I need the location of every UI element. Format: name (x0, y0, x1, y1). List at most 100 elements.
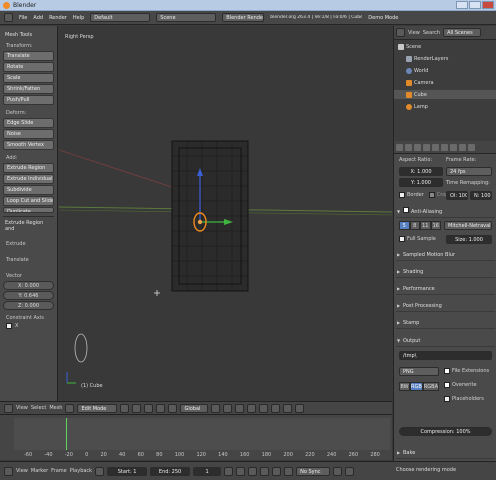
timeline-view-menu[interactable]: View (16, 468, 28, 474)
push-pull-button[interactable]: Push/Pull (3, 95, 54, 105)
texture-tab-icon[interactable] (468, 143, 475, 151)
aa-filter-selector[interactable]: Mitchell-Netravali (444, 221, 492, 230)
mesh-tools-title[interactable]: Mesh Tools (5, 32, 54, 38)
antialiasing-checkbox[interactable] (403, 207, 409, 213)
shading-panel[interactable]: Shading (396, 266, 495, 278)
marker-menu[interactable]: Marker (31, 468, 48, 474)
outliner-search-menu[interactable]: Search (423, 30, 440, 36)
aa-sample-option[interactable]: 16 (430, 221, 441, 230)
pivot-icon[interactable] (132, 403, 142, 413)
fps-selector[interactable]: 24 fps (446, 167, 492, 176)
extrude-individual-button[interactable]: Extrude Individual (3, 174, 54, 184)
3d-viewport[interactable]: Right Persp (1) Cube (59, 26, 392, 400)
outliner-filter[interactable]: All Scenes (443, 28, 482, 37)
modifiers-tab-icon[interactable] (441, 143, 448, 151)
outliner-view-menu[interactable]: View (408, 30, 420, 36)
full-sample-checkbox[interactable] (399, 236, 405, 242)
overwrite-checkbox[interactable] (444, 382, 450, 388)
vertex-select-icon[interactable] (211, 403, 221, 413)
view-menu[interactable]: View (16, 405, 28, 411)
menu-help[interactable]: Help (73, 15, 84, 21)
overwrite-option[interactable]: Overwrite (444, 382, 477, 388)
bake-panel[interactable]: Bake (396, 447, 495, 459)
demo-mode-label[interactable]: Demo Mode (368, 15, 398, 21)
vector-y-field[interactable]: Y: 0.646 (3, 291, 54, 300)
data-tab-icon[interactable] (450, 143, 457, 151)
aa-sample-option[interactable]: 8 (409, 221, 420, 230)
minimize-button[interactable] (456, 1, 468, 9)
output-panel[interactable]: Output (396, 335, 495, 347)
stamp-panel[interactable]: Stamp (396, 317, 495, 329)
keying-icon[interactable] (333, 466, 343, 476)
rotate-manipulator-icon[interactable] (168, 403, 178, 413)
vector-x-field[interactable]: X: 0.000 (3, 281, 54, 290)
play-reverse-icon[interactable] (248, 466, 258, 476)
aa-sample-option[interactable]: 11 (420, 221, 431, 230)
timeline-editor[interactable]: -60 -40 -20 0 20 40 60 80 100 120 140 16… (0, 415, 392, 460)
motion-blur-panel[interactable]: Sampled Motion Blur (396, 249, 495, 261)
aspect-y-field[interactable]: Y: 1.000 (399, 178, 443, 187)
loop-cut-button[interactable]: Loop Cut and Slide (3, 196, 54, 206)
shading-icon[interactable] (120, 403, 130, 413)
jump-end-icon[interactable] (284, 466, 294, 476)
occlude-icon[interactable] (247, 403, 257, 413)
menu-render[interactable]: Render (49, 15, 67, 21)
current-frame-field[interactable]: 1 (193, 466, 222, 476)
smooth-vertex-button[interactable]: Smooth Vertex (3, 140, 54, 150)
outliner-row-cube[interactable]: Cube (394, 90, 496, 99)
file-extensions-option[interactable]: File Extensions (444, 368, 489, 374)
material-tab-icon[interactable] (459, 143, 466, 151)
render-engine-selector[interactable]: Blender Render (222, 13, 265, 22)
editor-type-icon[interactable] (4, 13, 13, 22)
end-frame-field[interactable]: End: 250 (150, 466, 191, 476)
edge-select-icon[interactable] (223, 403, 233, 413)
outliner-type-icon[interactable] (396, 28, 405, 37)
aspect-x-field[interactable]: X: 1.000 (399, 167, 443, 176)
render-preview-icon[interactable] (295, 403, 305, 413)
performance-panel[interactable]: Performance (396, 283, 495, 295)
close-button[interactable] (482, 1, 494, 9)
3d-editor-type-icon[interactable] (4, 403, 13, 413)
prev-key-icon[interactable] (236, 466, 246, 476)
scale-button[interactable]: Scale (3, 73, 54, 83)
object-tab-icon[interactable] (423, 143, 430, 151)
edge-slide-button[interactable]: Edge Slide (3, 118, 54, 128)
maximize-button[interactable] (469, 1, 481, 9)
timeline-area[interactable] (14, 418, 390, 450)
outliner-row-camera[interactable]: Camera (394, 78, 496, 87)
snap-target-icon[interactable] (283, 403, 293, 413)
vector-z-field[interactable]: Z: 0.000 (3, 301, 54, 310)
orientation-selector[interactable]: Global (180, 403, 209, 413)
subdivide-button[interactable]: Subdivide (3, 185, 54, 195)
scene-selector[interactable]: Scene (156, 13, 217, 22)
timeline-editor-type-icon[interactable] (4, 466, 13, 476)
sync-selector[interactable]: No Sync (296, 466, 331, 476)
outliner-row-renderlayers[interactable]: RenderLayers (394, 54, 496, 63)
menu-add[interactable]: Add (33, 15, 43, 21)
file-extensions-checkbox[interactable] (444, 368, 450, 374)
border-option[interactable]: Border Crop (399, 192, 448, 198)
output-path-field[interactable]: /tmp\ (399, 351, 492, 360)
crop-checkbox[interactable] (428, 192, 435, 198)
remap-new-field[interactable]: N: 100 (470, 191, 492, 200)
select-menu[interactable]: Select (31, 405, 46, 411)
record-icon[interactable] (95, 466, 105, 476)
translate-button[interactable]: Translate (3, 51, 54, 61)
playback-menu[interactable]: Playback (70, 468, 92, 474)
constraints-tab-icon[interactable] (432, 143, 439, 151)
proportional-edit-icon[interactable] (259, 403, 269, 413)
render-tab-icon[interactable] (396, 143, 403, 151)
snap-icon[interactable] (271, 403, 281, 413)
mode-selector[interactable]: Edit Mode (77, 403, 118, 413)
rotate-button[interactable]: Rotate (3, 62, 54, 72)
jump-start-icon[interactable] (224, 466, 234, 476)
outliner-row-scene[interactable]: Scene (394, 42, 496, 51)
color-mode-option[interactable]: BW (399, 382, 411, 391)
antialiasing-panel[interactable]: Anti-Aliasing (396, 206, 495, 218)
next-key-icon[interactable] (272, 466, 282, 476)
color-mode-option[interactable]: RGBA (422, 382, 439, 391)
placeholders-checkbox[interactable] (444, 396, 450, 402)
compression-slider[interactable]: Compression: 100% (399, 427, 492, 436)
face-select-icon[interactable] (235, 403, 245, 413)
mesh-mode-icon[interactable] (65, 403, 75, 413)
